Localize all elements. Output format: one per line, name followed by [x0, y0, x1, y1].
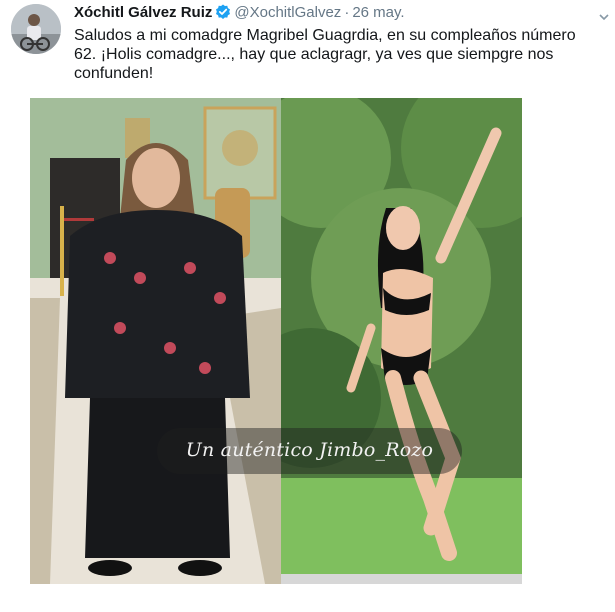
- tweet-media[interactable]: Un auténtico Jimbo_Rozo: [30, 98, 522, 584]
- watermark-text: Un auténtico Jimbo_Rozo: [185, 439, 434, 461]
- left-photo[interactable]: [30, 98, 281, 584]
- chevron-down-icon[interactable]: [599, 9, 609, 21]
- avatar[interactable]: [11, 4, 61, 54]
- display-name[interactable]: Xóchitl Gálvez Ruiz: [74, 4, 212, 21]
- tweet-text: Saludos a mi comadgre Magribel Guagrdia,…: [74, 27, 576, 82]
- separator-dot: ·: [344, 4, 350, 21]
- right-photo[interactable]: [281, 98, 522, 584]
- tweet-date[interactable]: 26 may.: [352, 4, 404, 21]
- watermark-overlay: Un auténtico Jimbo_Rozo: [157, 428, 462, 474]
- verified-badge-icon: [215, 4, 231, 25]
- user-handle[interactable]: @XochitlGalvez: [234, 4, 341, 21]
- tweet-header: Xóchitl Gálvez Ruiz @XochitlGalvez · 26 may…: [74, 4, 405, 25]
